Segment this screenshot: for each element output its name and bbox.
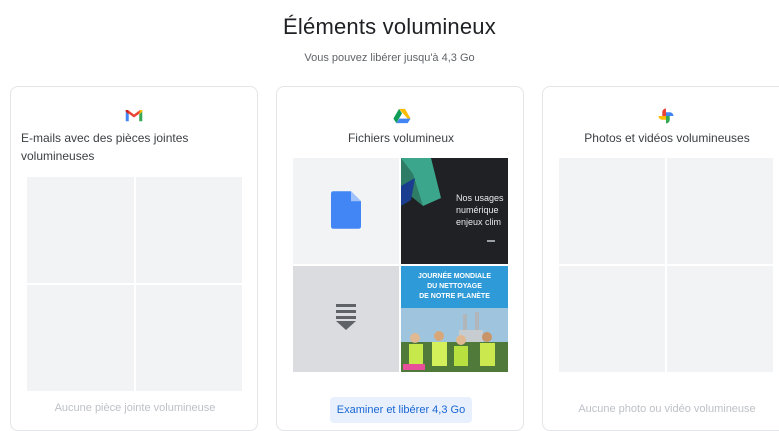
placeholder-tile [559,158,665,264]
file-thumbnail-poster[interactable]: JOURNÉE MONDIALE DU NETTOYAGE DE NOTRE P… [401,266,508,372]
page-subtitle: Vous pouvez libérer jusqu'à 4,3 Go [304,52,475,64]
card-large-files[interactable]: Fichiers volumineux Nos usages numérique… [276,86,524,431]
card-label: Fichiers volumineux [347,131,455,145]
card-label: Photos et vidéos volumineuses [584,131,750,145]
card-label: E-mails avec des pièces jointes volumine… [21,131,189,163]
review-and-free-button[interactable]: Examiner et libérer 4,3 Go [330,397,472,423]
placeholder-tile [667,266,773,372]
placeholder-tile [136,285,242,391]
empty-state-text: Aucune photo ou vidéo volumineuse [578,403,756,415]
page-title: Éléments volumineux [283,14,496,39]
placeholder-tile [136,177,242,283]
poster-title: JOURNÉE MONDIALE DU NETTOYAGE DE NOTRE P… [417,273,492,300]
empty-state-text: Aucune pièce jointe volumineuse [54,402,216,414]
poster-photo [401,308,508,372]
placeholder-tile [27,285,134,391]
placeholder-tile [27,177,134,283]
google-photos-icon [658,108,674,124]
card-large-attachments[interactable]: E-mails avec des pièces jointes volumine… [10,86,258,431]
file-thumbnail[interactable] [293,158,399,264]
download-file-icon [336,304,356,330]
document-icon [331,191,361,229]
file-thumbnail[interactable] [293,266,399,372]
google-drive-icon [393,108,411,124]
slide-text: Nos usages numérique enjeux clim [456,193,504,227]
placeholder-tile [667,158,773,264]
file-thumbnail-slide[interactable]: Nos usages numérique enjeux clim [401,158,508,264]
card-large-photos-videos[interactable]: Photos et vidéos volumineuses Aucune pho… [542,86,779,431]
gmail-icon [125,110,143,122]
placeholder-tile [559,266,665,372]
